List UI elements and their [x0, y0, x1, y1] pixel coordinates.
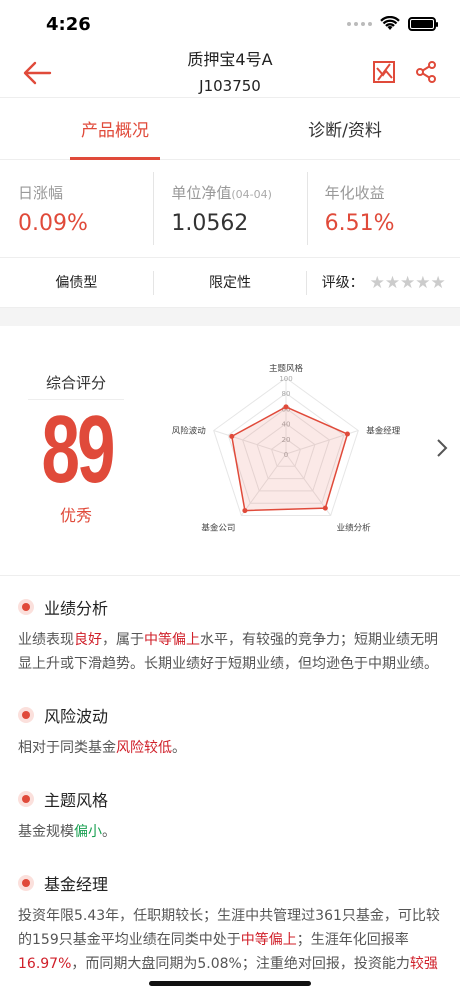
radar-chart: 100806040200主题风格基金经理业绩分析基金公司风险波动: [172, 364, 401, 533]
highlight-text: 较强: [409, 956, 438, 972]
section-header: 基金经理: [18, 866, 442, 900]
stats-row: 日涨幅 0.09% 单位净值(04-04) 1.0562 年化收益 6.51%: [0, 160, 460, 258]
radar-tick-label: 80: [282, 390, 291, 398]
radar-series-area: [230, 406, 349, 512]
score-value: 89: [41, 396, 115, 503]
section-title: 风险波动: [44, 707, 109, 726]
status-time: 4:26: [46, 13, 91, 35]
body-text: 。: [102, 824, 116, 840]
radar-axis-label: 主题风格: [269, 364, 304, 374]
nav-actions: [372, 60, 438, 84]
radar-axis-label: 基金公司: [201, 522, 235, 533]
fund-type-tag: 偏债型: [55, 274, 98, 291]
radar-axis-label: 基金经理: [366, 426, 401, 437]
radar-data-point: [344, 431, 350, 437]
stat-annual-return: 年化收益 6.51%: [306, 160, 460, 257]
rating-label: 评级：: [321, 274, 364, 291]
radar-data-point: [322, 505, 328, 511]
stat-daily-change: 日涨幅 0.09%: [0, 160, 153, 257]
highlight-text: 中等偏上: [144, 632, 200, 648]
tab-overview[interactable]: 产品概况: [0, 98, 230, 159]
section-body: 相对于同类基金风险较低。: [18, 736, 442, 760]
body-text: 相对于同类基金: [18, 740, 116, 756]
status-icons: [347, 16, 438, 32]
fund-category-tag: 限定性: [152, 270, 307, 295]
stat-value: 6.51%: [324, 211, 395, 236]
body-text: ，而同期大盘同期为5.08%；注重绝对回报，投资能力: [71, 956, 410, 972]
tab-diagnosis[interactable]: 诊断/资料: [230, 98, 460, 159]
analysis-section: 业绩分析业绩表现良好，属于中等偏上水平，有较强的竞争力；短期业绩无明显上升或下滑…: [18, 590, 442, 676]
back-arrow-icon[interactable]: [22, 60, 52, 86]
wifi-icon: [380, 16, 400, 30]
analysis-section: 基金经理投资年限5.43年，任职期较长；生涯中共管理过361只基金，可比较的15…: [18, 866, 442, 976]
score-box: 综合评分 89 优秀: [28, 372, 124, 526]
bullet-icon: [18, 791, 34, 807]
fund-code: J103750: [199, 76, 261, 95]
section-title: 基金经理: [44, 875, 109, 894]
body-text: ；生涯年化回报率: [296, 932, 409, 948]
radar-tick-label: 100: [279, 375, 292, 383]
battery-icon: [408, 17, 438, 31]
radar-axis-label: 业绩分析: [337, 522, 372, 533]
radar-data-point: [242, 508, 248, 514]
rating: 评级： ★★★★★: [306, 270, 460, 295]
section-header: 风险波动: [18, 698, 442, 732]
body-text: ，属于: [102, 632, 144, 648]
stat-value: 0.09%: [18, 211, 88, 236]
signal-icon: [347, 22, 372, 26]
analysis-section: 主题风格基金规模偏小。: [18, 782, 442, 844]
body-text: 。: [172, 740, 186, 756]
stat-label: 年化收益: [324, 184, 385, 202]
section-body: 投资年限5.43年，任职期较长；生涯中共管理过361只基金，可比较的159只基金…: [18, 904, 442, 976]
tags-row: 偏债型 限定性 评级： ★★★★★: [0, 258, 460, 308]
stat-label: 日涨幅: [18, 184, 64, 202]
stat-nav: 单位净值(04-04) 1.0562: [153, 160, 306, 257]
bullet-icon: [18, 875, 34, 891]
score-grade: 优秀: [59, 506, 92, 525]
section-header: 业绩分析: [18, 590, 442, 624]
chart-icon[interactable]: [372, 60, 396, 84]
section-title: 主题风格: [44, 791, 109, 810]
highlight-text: 16.97%: [18, 956, 72, 972]
home-indicator: [149, 981, 311, 986]
analysis-details: 业绩分析业绩表现良好，属于中等偏上水平，有较强的竞争力；短期业绩无明显上升或下滑…: [0, 576, 460, 976]
section-body: 基金规模偏小。: [18, 820, 442, 844]
section-header: 主题风格: [18, 782, 442, 816]
highlight-text: 风险较低: [116, 740, 172, 756]
stat-value: 1.0562: [171, 211, 249, 236]
tab-bar: 产品概况 诊断/资料: [0, 98, 460, 160]
chevron-right-icon[interactable]: [436, 438, 448, 458]
body-text: 业绩表现: [18, 632, 74, 648]
body-text: 基金规模: [18, 824, 74, 840]
fund-name: 质押宝4号A: [187, 49, 273, 69]
bullet-icon: [18, 707, 34, 723]
nav-titles: 质押宝4号A J103750: [187, 49, 272, 97]
radar-axis-label: 风险波动: [172, 426, 207, 437]
nav-bar: 质押宝4号A J103750: [0, 48, 460, 98]
status-bar: 4:26: [0, 0, 460, 48]
score-section[interactable]: 综合评分 89 优秀 100806040200主题风格基金经理业绩分析基金公司风…: [0, 326, 460, 576]
analysis-section: 风险波动相对于同类基金风险较低。: [18, 698, 442, 760]
section-divider: [0, 308, 460, 326]
highlight-text: 良好: [74, 632, 102, 648]
rating-stars-icon: ★★★★★: [369, 272, 446, 293]
radar-data-point: [229, 433, 235, 439]
section-body: 业绩表现良好，属于中等偏上水平，有较强的竞争力；短期业绩无明显上升或下滑趋势。长…: [18, 628, 442, 676]
section-title: 业绩分析: [44, 599, 109, 618]
share-icon[interactable]: [414, 60, 438, 84]
bullet-icon: [18, 599, 34, 615]
radar-data-point: [283, 404, 289, 410]
highlight-text: 偏小: [74, 824, 102, 840]
stat-label: 单位净值(04-04): [171, 184, 272, 202]
highlight-text: 中等偏上: [240, 932, 297, 948]
